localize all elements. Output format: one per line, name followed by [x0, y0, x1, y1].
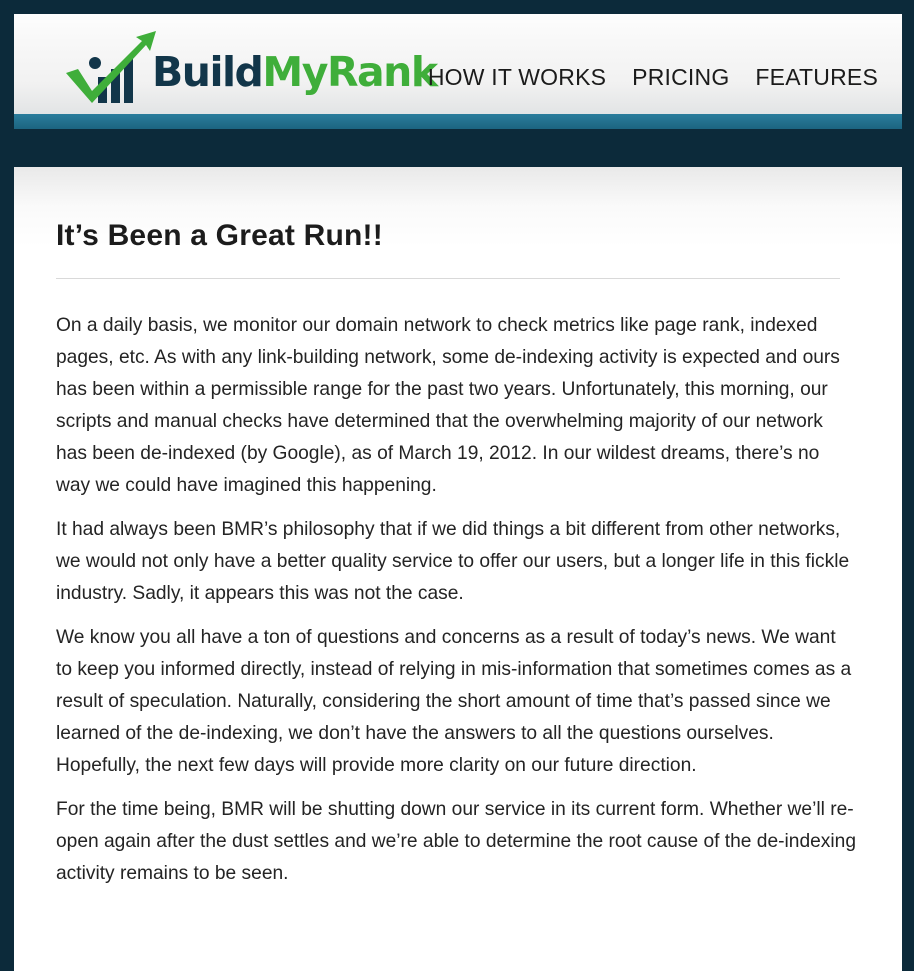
site-logo[interactable]: BuildMyRank — [62, 24, 438, 114]
checkmark-bar-chart-arrow-icon — [66, 31, 156, 103]
title-divider — [56, 278, 840, 279]
nav-how-it-works[interactable]: HOW IT WORKS — [428, 64, 606, 91]
nav-pricing[interactable]: PRICING — [632, 64, 729, 91]
page: BuildMyRank HOW IT WORKS PRICING FEATURE… — [0, 0, 914, 971]
header-accent-strip — [14, 114, 902, 129]
logo-word-my: My — [262, 48, 328, 96]
article-body: On a daily basis, we monitor our domain … — [56, 310, 856, 902]
nav-features[interactable]: FEATURES — [755, 64, 878, 91]
paragraph-3: We know you all have a ton of questions … — [56, 627, 852, 776]
paragraph-2: It had always been BMR’s philosophy that… — [56, 519, 850, 604]
logo-word-rank: Rank — [326, 48, 438, 96]
paragraph-4: For the time being, BMR will be shutting… — [56, 799, 857, 884]
content-card: It’s Been a Great Run!! On a daily basis… — [14, 167, 902, 971]
page-title: It’s Been a Great Run!! — [56, 219, 383, 252]
paragraph-1: On a daily basis, we monitor our domain … — [56, 315, 840, 496]
logo-word-build: Build — [152, 48, 264, 96]
logo-wordmark: BuildMyRank — [152, 48, 438, 96]
main-nav: HOW IT WORKS PRICING FEATURES — [428, 64, 902, 91]
site-header: BuildMyRank HOW IT WORKS PRICING FEATURE… — [14, 14, 902, 114]
